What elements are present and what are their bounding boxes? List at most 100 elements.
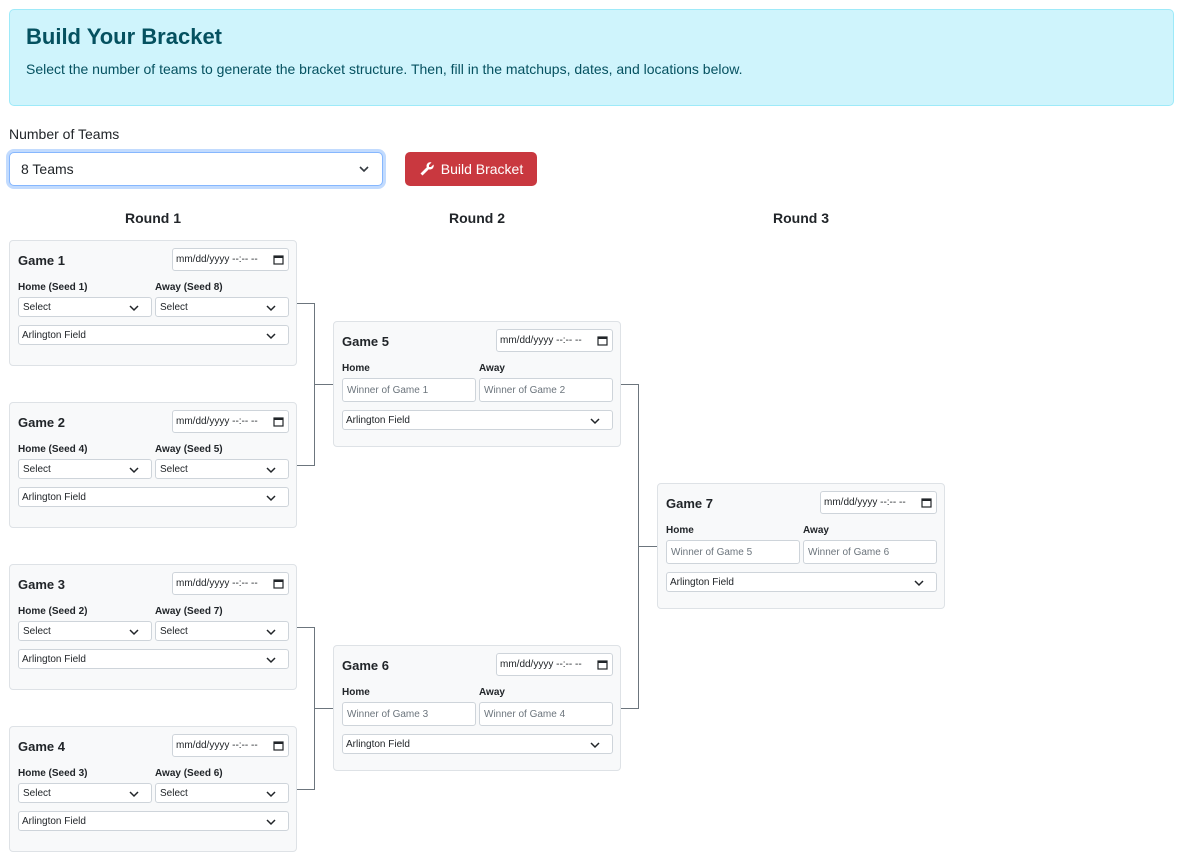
location-select[interactable]: Arlington Field bbox=[18, 811, 289, 831]
away-label: Away (Seed 7) bbox=[155, 606, 223, 617]
location-value: Arlington Field bbox=[22, 491, 86, 503]
location-value: Arlington Field bbox=[22, 329, 86, 341]
chevron-down-icon bbox=[266, 657, 276, 664]
chevron-down-icon bbox=[129, 305, 139, 312]
chevron-down-icon bbox=[129, 467, 139, 474]
home-team-select[interactable]: Select bbox=[18, 621, 152, 641]
home-team-select[interactable]: Select bbox=[18, 297, 152, 317]
location-select[interactable]: Arlington Field bbox=[666, 572, 937, 592]
home-team-select[interactable]: Select bbox=[18, 459, 152, 479]
chevron-down-icon bbox=[359, 166, 369, 173]
calendar-icon bbox=[273, 255, 284, 265]
date-placeholder: mm/dd/yyyy --:-- -- bbox=[176, 254, 258, 265]
location-value: Arlington Field bbox=[22, 815, 86, 827]
date-placeholder: mm/dd/yyyy --:-- -- bbox=[176, 578, 258, 589]
away-team-select[interactable]: Select bbox=[155, 621, 289, 641]
home-label: Home bbox=[666, 525, 694, 536]
home-team-value: Winner of Game 5 bbox=[671, 546, 753, 558]
game-date-input[interactable]: mm/dd/yyyy --:-- -- bbox=[172, 734, 289, 757]
location-select[interactable]: Arlington Field bbox=[342, 734, 613, 754]
chevron-down-icon bbox=[129, 629, 139, 636]
away-team-value: Winner of Game 6 bbox=[808, 546, 890, 558]
date-placeholder: mm/dd/yyyy --:-- -- bbox=[824, 497, 906, 508]
away-team-value: Winner of Game 4 bbox=[484, 708, 566, 720]
location-value: Arlington Field bbox=[670, 576, 734, 588]
home-label: Home (Seed 2) bbox=[18, 606, 88, 617]
home-label: Home bbox=[342, 687, 370, 698]
num-teams-select[interactable]: 8 Teams bbox=[9, 152, 383, 186]
away-label: Away bbox=[479, 363, 505, 374]
chevron-down-icon bbox=[590, 742, 600, 749]
round-1-title: Round 1 bbox=[125, 210, 181, 226]
chevron-down-icon bbox=[266, 305, 276, 312]
round-2-title: Round 2 bbox=[449, 210, 505, 226]
calendar-icon bbox=[273, 741, 284, 751]
home-team-value: Winner of Game 1 bbox=[347, 384, 429, 396]
connector-line bbox=[297, 627, 315, 628]
location-select[interactable]: Arlington Field bbox=[342, 410, 613, 430]
chevron-down-icon bbox=[266, 495, 276, 502]
game-card: Game 5 mm/dd/yyyy --:-- -- Home Away Win… bbox=[333, 321, 621, 447]
location-value: Arlington Field bbox=[346, 414, 410, 426]
away-label: Away (Seed 5) bbox=[155, 444, 223, 455]
away-team-value: Winner of Game 2 bbox=[484, 384, 566, 396]
chevron-down-icon bbox=[266, 791, 276, 798]
location-value: Arlington Field bbox=[346, 738, 410, 750]
away-team-select[interactable]: Select bbox=[155, 783, 289, 803]
away-label: Away bbox=[803, 525, 829, 536]
away-label: Away (Seed 6) bbox=[155, 768, 223, 779]
calendar-icon bbox=[273, 579, 284, 589]
num-teams-label: Number of Teams bbox=[9, 126, 120, 142]
calendar-icon bbox=[273, 417, 284, 427]
chevron-down-icon bbox=[590, 418, 600, 425]
away-team-value: Select bbox=[160, 787, 188, 799]
home-team-value: Winner of Game 3 bbox=[347, 708, 429, 720]
home-label: Home (Seed 3) bbox=[18, 768, 88, 779]
location-select[interactable]: Arlington Field bbox=[18, 649, 289, 669]
connector-line bbox=[297, 465, 315, 466]
game-title: Game 1 bbox=[18, 253, 65, 268]
home-team-input[interactable]: Winner of Game 1 bbox=[342, 378, 476, 402]
game-date-input[interactable]: mm/dd/yyyy --:-- -- bbox=[172, 410, 289, 433]
game-title: Game 3 bbox=[18, 577, 65, 592]
away-team-input[interactable]: Winner of Game 4 bbox=[479, 702, 613, 726]
game-date-input[interactable]: mm/dd/yyyy --:-- -- bbox=[496, 653, 613, 676]
game-date-input[interactable]: mm/dd/yyyy --:-- -- bbox=[172, 248, 289, 271]
away-team-select[interactable]: Select bbox=[155, 459, 289, 479]
connector-line bbox=[297, 303, 315, 304]
away-team-input[interactable]: Winner of Game 2 bbox=[479, 378, 613, 402]
location-select[interactable]: Arlington Field bbox=[18, 487, 289, 507]
game-card: Game 1 mm/dd/yyyy --:-- -- Home (Seed 1)… bbox=[9, 240, 297, 366]
chevron-down-icon bbox=[266, 819, 276, 826]
game-date-input[interactable]: mm/dd/yyyy --:-- -- bbox=[496, 329, 613, 352]
calendar-icon bbox=[597, 660, 608, 670]
num-teams-value: 8 Teams bbox=[21, 161, 74, 177]
home-team-value: Select bbox=[23, 787, 51, 799]
build-bracket-button[interactable]: Build Bracket bbox=[405, 152, 537, 186]
wrench-icon bbox=[420, 162, 434, 176]
connector-line bbox=[297, 789, 315, 790]
chevron-down-icon bbox=[129, 791, 139, 798]
home-team-select[interactable]: Select bbox=[18, 783, 152, 803]
home-label: Home (Seed 4) bbox=[18, 444, 88, 455]
home-team-input[interactable]: Winner of Game 3 bbox=[342, 702, 476, 726]
home-label: Home bbox=[342, 363, 370, 374]
game-title: Game 4 bbox=[18, 739, 65, 754]
game-date-input[interactable]: mm/dd/yyyy --:-- -- bbox=[820, 491, 937, 514]
location-value: Arlington Field bbox=[22, 653, 86, 665]
location-select[interactable]: Arlington Field bbox=[18, 325, 289, 345]
away-team-value: Select bbox=[160, 625, 188, 637]
game-date-input[interactable]: mm/dd/yyyy --:-- -- bbox=[172, 572, 289, 595]
info-banner: Build Your Bracket Select the number of … bbox=[9, 9, 1174, 106]
home-team-value: Select bbox=[23, 463, 51, 475]
round-3-title: Round 3 bbox=[773, 210, 829, 226]
calendar-icon bbox=[597, 336, 608, 346]
game-card: Game 4 mm/dd/yyyy --:-- -- Home (Seed 3)… bbox=[9, 726, 297, 852]
away-team-input[interactable]: Winner of Game 6 bbox=[803, 540, 937, 564]
game-card: Game 2 mm/dd/yyyy --:-- -- Home (Seed 4)… bbox=[9, 402, 297, 528]
home-team-input[interactable]: Winner of Game 5 bbox=[666, 540, 800, 564]
connector-line bbox=[315, 384, 333, 385]
build-bracket-label: Build Bracket bbox=[440, 161, 524, 177]
away-team-select[interactable]: Select bbox=[155, 297, 289, 317]
chevron-down-icon bbox=[266, 333, 276, 340]
